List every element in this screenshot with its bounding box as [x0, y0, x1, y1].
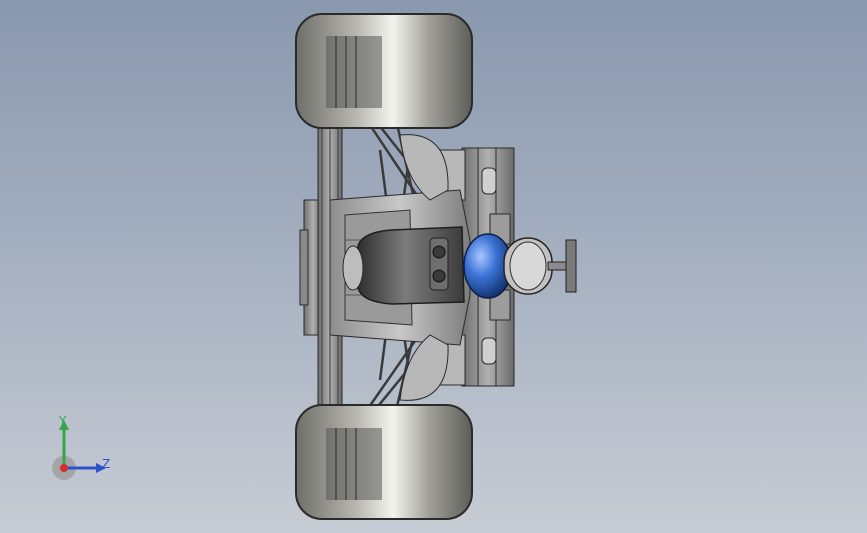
- front-right-tire[interactable]: [295, 404, 473, 520]
- axis-z-label: Z: [102, 457, 111, 471]
- engine-cover[interactable]: [503, 237, 553, 295]
- f1-car-model[interactable]: [0, 0, 867, 533]
- rear-exhaust[interactable]: [547, 239, 577, 293]
- axis-triad: Y Z: [50, 410, 120, 480]
- front-left-tire[interactable]: [295, 13, 473, 129]
- axis-y-label: Y: [59, 414, 67, 428]
- cad-viewport[interactable]: Y Z: [0, 0, 867, 533]
